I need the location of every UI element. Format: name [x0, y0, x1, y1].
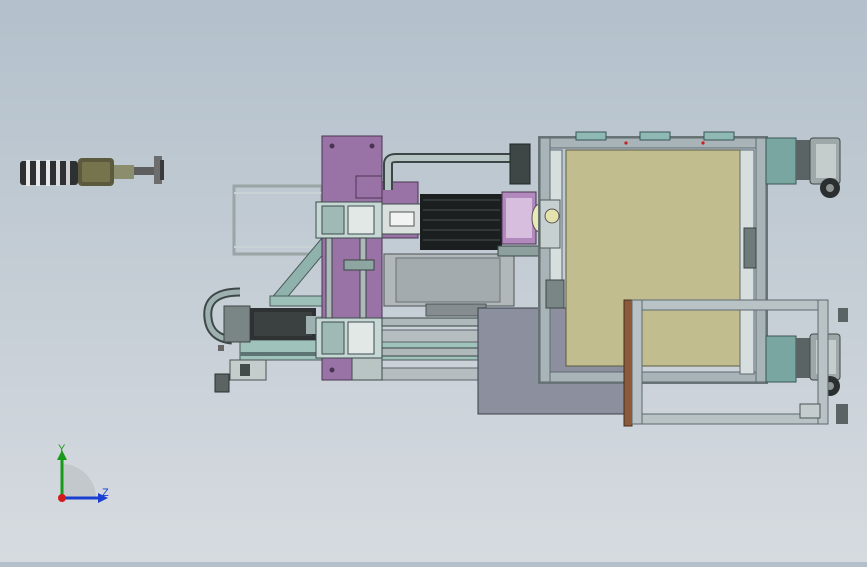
support-bracket	[269, 237, 331, 307]
linear-module-upper[interactable]	[315, 201, 423, 239]
caster-wheel-top[interactable]	[796, 137, 841, 198]
cad-viewport[interactable]: Y Z	[0, 0, 867, 562]
spindle-component[interactable]	[20, 156, 164, 186]
x-axis-dot	[58, 494, 66, 502]
guard-rail	[232, 184, 324, 256]
cad-model-view	[20, 131, 848, 427]
servo-motor[interactable]	[223, 305, 322, 343]
z-axis-label: Z	[102, 487, 109, 499]
tray-panel[interactable]	[565, 149, 741, 367]
heatsink-array[interactable]	[420, 194, 502, 250]
right-slide-rail	[739, 149, 757, 375]
coordinate-triad: Y Z	[57, 443, 109, 503]
center-housing	[383, 253, 515, 317]
y-axis-label: Y	[58, 443, 66, 455]
